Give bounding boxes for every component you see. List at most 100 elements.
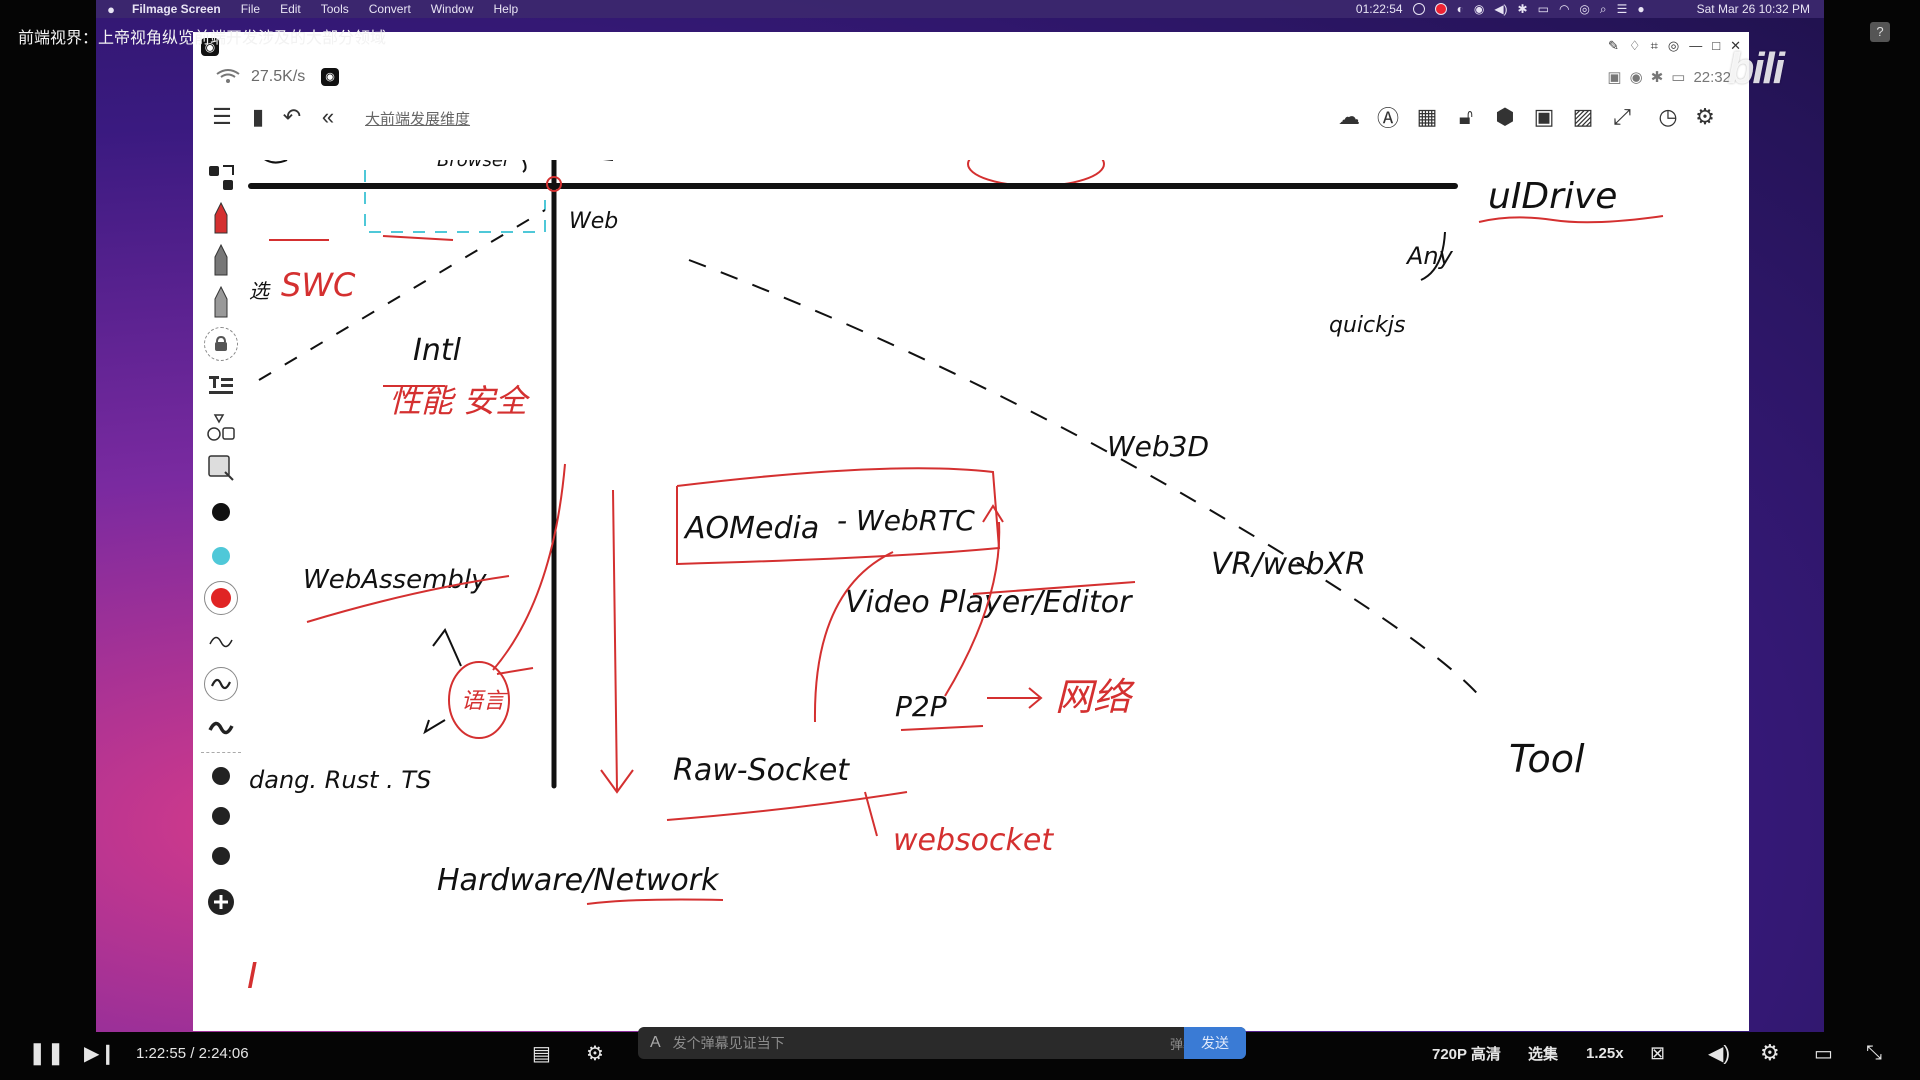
dot-size-1[interactable] bbox=[203, 758, 239, 794]
danmaku-placeholder: 发个弹幕见证当下 bbox=[672, 1035, 785, 1051]
drawing-canvas[interactable]: Browser Web uIDrive Any quickjs 选 SWC In… bbox=[193, 160, 1749, 1031]
status-icons: ◐ ◉ ◀) ✱ ▭ ◠ ◎ ⌕ ☰ ● bbox=[1456, 1, 1645, 16]
fullscreen-icon[interactable]: ⤢ bbox=[1607, 102, 1637, 132]
network-speed: 27.5K/s bbox=[251, 68, 306, 85]
history-icon[interactable]: ◷ bbox=[1653, 102, 1683, 132]
volume-icon[interactable]: ◀) bbox=[1708, 1038, 1730, 1068]
label-webrtc: - WebRTC bbox=[837, 504, 975, 537]
fullscreen-exit-icon[interactable]: ⤡ bbox=[1866, 1038, 1882, 1068]
bilibili-watermark-logo: bili bbox=[1727, 44, 1785, 93]
menubar-app-name[interactable]: Filmage Screen bbox=[126, 2, 231, 16]
record-icon[interactable]: ◎ bbox=[1668, 38, 1679, 54]
eraser-icon[interactable] bbox=[203, 326, 239, 362]
grid-icon[interactable]: ▦ bbox=[1412, 102, 1442, 132]
label-aomedia: AOMedia bbox=[683, 511, 819, 546]
time-separator: / bbox=[190, 1044, 195, 1062]
label-langs: dang. Rust . TS bbox=[249, 766, 431, 794]
pin-icon[interactable]: ✎ bbox=[1608, 38, 1619, 54]
cloud-icon[interactable]: ☁ bbox=[1334, 102, 1364, 132]
pause-icon[interactable]: ❚❚ bbox=[28, 1038, 65, 1068]
crop-icon[interactable]: ⌗ bbox=[1651, 38, 1658, 54]
page-icon[interactable]: ▣ bbox=[1529, 102, 1559, 132]
whiteboard-app-window: ◉ 27.5K/s ◉ ✎ ♢ ⌗ ◎ — □ ✕ ▣ ◉ ✱ ▭ 22:32 … bbox=[193, 32, 1785, 1031]
picture-in-picture-icon[interactable]: ▭ bbox=[1814, 1038, 1833, 1068]
video-title: 前端视界：上帝视角纵览前端开发涉及的大部分领域 bbox=[18, 30, 387, 47]
tablet-status-icons: ▣ ◉ ✱ ▭ 22:32 bbox=[1607, 68, 1731, 87]
pause-recording-icon[interactable] bbox=[1412, 3, 1425, 15]
stroke-thin-icon[interactable] bbox=[203, 624, 239, 660]
eye-icon: ◉ bbox=[1629, 69, 1643, 86]
tablet-clock: 22:32 bbox=[1693, 68, 1731, 86]
label-webassembly: WebAssembly bbox=[303, 565, 487, 595]
total-time: 2:24:06 bbox=[198, 1044, 249, 1062]
maximize-icon[interactable]: □ bbox=[1712, 38, 1720, 54]
nfc-icon: ▣ bbox=[1607, 69, 1622, 86]
subtitle-off-icon[interactable]: ⊠ bbox=[1650, 1038, 1665, 1068]
minimize-icon[interactable]: — bbox=[1689, 38, 1702, 54]
screen-record-icon: ◉ bbox=[321, 68, 339, 86]
menu-tools[interactable]: Tools bbox=[311, 2, 359, 16]
lasso-tool-icon[interactable] bbox=[203, 160, 239, 196]
undo-icon[interactable]: ↶ bbox=[277, 102, 307, 132]
label-network: 网络 bbox=[1055, 675, 1135, 719]
label-swc: SWC bbox=[281, 266, 356, 304]
collapse-icon[interactable]: « bbox=[313, 102, 343, 132]
send-danmaku-button[interactable]: 发送 bbox=[1184, 1027, 1246, 1059]
dot-size-2[interactable] bbox=[203, 798, 239, 834]
menu-file[interactable]: File bbox=[231, 2, 270, 16]
tool-palette bbox=[193, 160, 249, 980]
palette-divider bbox=[201, 752, 241, 753]
svg-text:选: 选 bbox=[249, 279, 271, 303]
add-tool-icon[interactable] bbox=[203, 884, 239, 920]
current-time: 1:22:55 bbox=[136, 1044, 187, 1062]
apple-icon[interactable]: ● bbox=[96, 2, 126, 17]
image-icon[interactable]: ▨ bbox=[1568, 102, 1598, 132]
color-black-swatch[interactable] bbox=[203, 494, 239, 530]
text-recognition-icon[interactable]: Ⓐ bbox=[1373, 102, 1403, 132]
next-icon[interactable]: ▶❙ bbox=[84, 1038, 116, 1068]
share-icon[interactable]: ⬢ bbox=[1490, 102, 1520, 132]
red-pen-icon[interactable] bbox=[203, 200, 239, 236]
speed-button[interactable]: 1.25x bbox=[1586, 1038, 1624, 1068]
highlighter-icon[interactable] bbox=[203, 284, 239, 320]
menubar-datetime: Sat Mar 26 10:32 PM bbox=[1696, 2, 1810, 16]
stroke-medium-icon[interactable] bbox=[203, 666, 239, 702]
dot-size-3[interactable] bbox=[203, 838, 239, 874]
color-cyan-swatch[interactable] bbox=[203, 538, 239, 574]
label-uidrive: uIDrive bbox=[1488, 176, 1617, 217]
unlock-icon[interactable]: 🔓︎ bbox=[1451, 102, 1481, 132]
pencil-icon[interactable] bbox=[203, 242, 239, 278]
settings-gear-icon[interactable]: ⚙ bbox=[1760, 1038, 1780, 1068]
video-player: ● Filmage Screen File Edit Tools Convert… bbox=[0, 0, 1920, 1080]
label-p2p: P2P bbox=[895, 690, 947, 723]
label-browser: Browser bbox=[437, 160, 512, 171]
label-websocket: websocket bbox=[893, 823, 1054, 858]
shapes-icon[interactable] bbox=[203, 410, 239, 446]
label-tool: Tool bbox=[1509, 737, 1585, 781]
settings-icon[interactable]: ⚙ bbox=[1690, 102, 1720, 132]
font-a-icon[interactable]: A bbox=[650, 1034, 661, 1052]
label-vr-webxr: VR/webXR bbox=[1211, 547, 1366, 582]
document-title[interactable]: 大前端发展维度 bbox=[365, 108, 470, 129]
text-tool-icon[interactable] bbox=[203, 368, 239, 404]
recording-time: 01:22:54 bbox=[1355, 2, 1403, 16]
episodes-button[interactable]: 选集 bbox=[1528, 1038, 1558, 1068]
outline-icon[interactable]: ☰ bbox=[207, 102, 237, 132]
danmaku-toggle-icon[interactable]: ▤ bbox=[532, 1038, 551, 1068]
menu-edit[interactable]: Edit bbox=[270, 2, 311, 16]
label-raw-socket: Raw-Socket bbox=[673, 753, 850, 788]
help-icon[interactable]: ? bbox=[1870, 22, 1890, 42]
selection-box-icon[interactable] bbox=[203, 450, 239, 486]
danmaku-settings-icon[interactable]: ⚙ bbox=[586, 1038, 604, 1068]
stop-recording-icon[interactable] bbox=[1434, 3, 1447, 15]
color-red-swatch-selected[interactable] bbox=[203, 580, 239, 616]
stroke-thick-icon[interactable] bbox=[203, 710, 239, 746]
menu-help[interactable]: Help bbox=[483, 2, 528, 16]
menu-convert[interactable]: Convert bbox=[359, 2, 421, 16]
notebook-icon[interactable]: ▮ bbox=[243, 102, 273, 132]
bell-icon[interactable]: ♢ bbox=[1629, 38, 1641, 54]
macos-menu-bar: ● Filmage Screen File Edit Tools Convert… bbox=[96, 0, 1824, 18]
menu-window[interactable]: Window bbox=[421, 2, 484, 16]
quality-button[interactable]: 720P 高清 bbox=[1432, 1038, 1501, 1068]
danmaku-input[interactable]: A 发个弹幕见证当下 弹幕礼仪 › bbox=[638, 1027, 1246, 1059]
